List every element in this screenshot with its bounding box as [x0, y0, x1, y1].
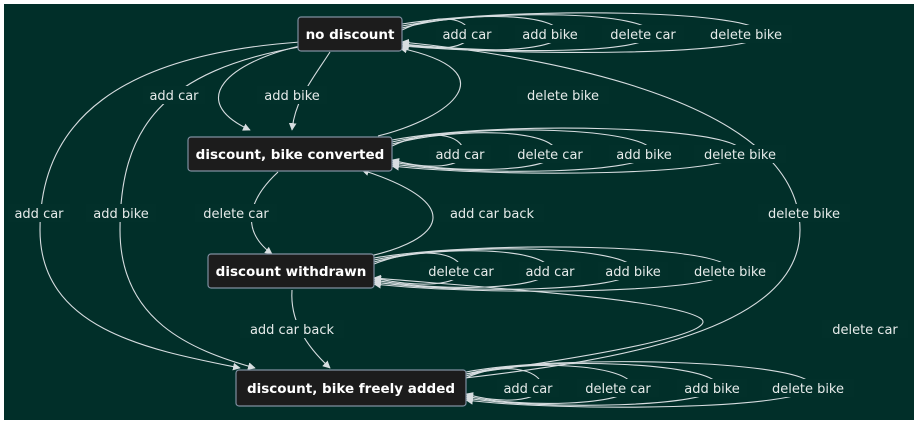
- state-node-withdrawn: discount withdrawn: [207, 253, 375, 289]
- label-bc-self-delete-car: delete car: [509, 145, 591, 163]
- label-fa-self-add-car: add car: [497, 379, 559, 397]
- label-nd-to-fa-add-car: add car: [8, 204, 70, 222]
- state-node-freely-added: discount, bike freely added: [235, 369, 467, 407]
- svg-text:add car back: add car back: [250, 323, 335, 338]
- label-bc-self-add-car: add car: [429, 145, 491, 163]
- svg-text:add bike: add bike: [616, 148, 672, 163]
- label-nd-self-delete-car: delete car: [602, 25, 684, 43]
- svg-text:delete car: delete car: [832, 323, 898, 338]
- svg-text:add car: add car: [14, 207, 64, 222]
- svg-text:add bike: add bike: [605, 265, 661, 280]
- svg-text:add bike: add bike: [264, 89, 320, 104]
- label-bc-self-add-bike: add bike: [609, 145, 679, 163]
- label-bc-self-delete-bike: delete bike: [694, 145, 786, 163]
- svg-text:add car: add car: [525, 265, 575, 280]
- svg-text:add car back: add car back: [450, 207, 535, 222]
- svg-text:add car: add car: [435, 148, 485, 163]
- svg-text:delete bike: delete bike: [768, 207, 840, 222]
- state-label-freely-added: discount, bike freely added: [247, 381, 455, 397]
- svg-text:add bike: add bike: [522, 28, 578, 43]
- label-nd-self-add-bike: add bike: [515, 25, 585, 43]
- state-label-withdrawn: discount withdrawn: [216, 264, 367, 280]
- state-label-no-discount: no discount: [306, 27, 395, 43]
- state-node-no-discount: no discount: [297, 16, 403, 52]
- svg-text:delete car: delete car: [610, 28, 676, 43]
- svg-text:delete car: delete car: [203, 207, 269, 222]
- label-fa-to-nd-delete-bike: delete bike: [758, 204, 850, 222]
- label-wd-to-fa-add-car-back: add car back: [240, 320, 344, 338]
- label-fa-to-wd-delete-car: delete car: [822, 320, 908, 338]
- label-wd-to-bc-add-car-back: add car back: [440, 204, 544, 222]
- svg-text:add car: add car: [149, 89, 199, 104]
- svg-text:add bike: add bike: [684, 382, 740, 397]
- svg-text:add car: add car: [442, 28, 492, 43]
- svg-text:delete bike: delete bike: [704, 148, 776, 163]
- svg-text:delete bike: delete bike: [527, 89, 599, 104]
- svg-text:delete bike: delete bike: [772, 382, 844, 397]
- svg-text:delete car: delete car: [585, 382, 651, 397]
- diagram-svg: add car add bike delete car delete bike …: [4, 4, 914, 420]
- svg-text:delete bike: delete bike: [710, 28, 782, 43]
- label-nd-to-bc-add-car: add car: [143, 86, 205, 104]
- label-nd-to-bc-add-bike: add bike: [257, 86, 327, 104]
- state-diagram: add car add bike delete car delete bike …: [0, 0, 918, 424]
- label-bc-to-nd-delete-bike: delete bike: [517, 86, 609, 104]
- label-bc-to-wd-delete-car: delete car: [195, 204, 277, 222]
- label-wd-self-delete-car: delete car: [420, 262, 502, 280]
- state-label-bike-converted: discount, bike converted: [196, 147, 385, 163]
- label-fa-self-delete-bike: delete bike: [762, 379, 854, 397]
- svg-text:add car: add car: [503, 382, 553, 397]
- label-wd-self-add-car: add car: [519, 262, 581, 280]
- label-nd-self-add-car: add car: [436, 25, 498, 43]
- label-nd-self-delete-bike: delete bike: [700, 25, 792, 43]
- state-node-bike-converted: discount, bike converted: [187, 136, 393, 172]
- label-wd-self-add-bike: add bike: [598, 262, 668, 280]
- label-fa-self-add-bike: add bike: [677, 379, 747, 397]
- label-nd-to-fa-add-bike: add bike: [86, 204, 156, 222]
- label-wd-self-delete-bike: delete bike: [684, 262, 776, 280]
- svg-text:delete car: delete car: [428, 265, 494, 280]
- svg-text:delete bike: delete bike: [694, 265, 766, 280]
- label-fa-self-delete-car: delete car: [577, 379, 659, 397]
- svg-text:add bike: add bike: [93, 207, 149, 222]
- svg-text:delete car: delete car: [517, 148, 583, 163]
